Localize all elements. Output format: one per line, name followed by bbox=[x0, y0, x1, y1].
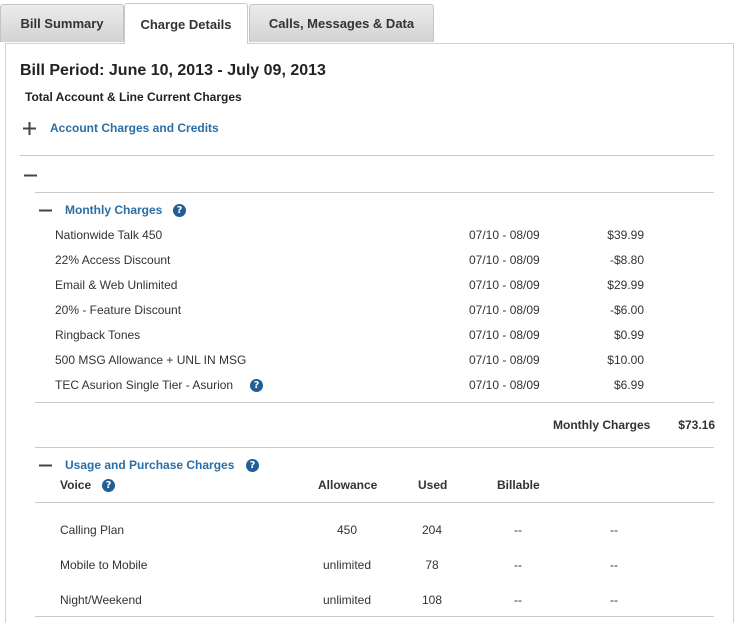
question-circle-icon[interactable]: ? bbox=[250, 379, 263, 392]
usage-cost: -- bbox=[610, 558, 618, 572]
divider bbox=[35, 192, 714, 193]
charge-name: Ringback Tones bbox=[55, 328, 141, 342]
expand-plus-icon[interactable] bbox=[23, 122, 36, 135]
total-charges-heading: Total Account & Line Current Charges bbox=[25, 90, 242, 104]
usage-row-name: Night/Weekend bbox=[60, 593, 142, 607]
usage-used: 108 bbox=[421, 593, 443, 607]
charge-amount: $0.99 bbox=[613, 328, 644, 342]
charge-amount: -$8.80 bbox=[609, 253, 644, 267]
question-circle-icon[interactable]: ? bbox=[102, 479, 115, 492]
monthly-total-amount: $73.16 bbox=[678, 418, 715, 432]
usage-allowance: unlimited bbox=[322, 558, 372, 572]
tab-bar: Bill Summary Charge Details Calls, Messa… bbox=[0, 0, 736, 44]
monthly-collapse-minus-icon[interactable] bbox=[39, 204, 52, 217]
charge-period: 07/10 - 08/09 bbox=[469, 378, 540, 392]
charge-name: Email & Web Unlimited bbox=[55, 278, 178, 292]
divider bbox=[35, 447, 714, 448]
col-allowance: Allowance bbox=[318, 478, 378, 492]
charge-amount: $29.99 bbox=[607, 278, 644, 292]
divider bbox=[35, 616, 714, 617]
collapse-minus-icon[interactable] bbox=[24, 169, 37, 182]
charge-period: 07/10 - 08/09 bbox=[469, 303, 540, 317]
monthly-total-label: Monthly Charges bbox=[553, 418, 651, 432]
tab-calls-messages-data[interactable]: Calls, Messages & Data bbox=[249, 4, 434, 42]
usage-used: 204 bbox=[421, 523, 443, 537]
monthly-charges-link[interactable]: Monthly Charges bbox=[65, 203, 162, 217]
page-title: Bill Period: June 10, 2013 - July 09, 20… bbox=[20, 62, 326, 79]
charge-amount: -$6.00 bbox=[609, 303, 644, 317]
question-circle-icon[interactable]: ? bbox=[246, 459, 259, 472]
usage-cost: -- bbox=[610, 593, 618, 607]
charge-period: 07/10 - 08/09 bbox=[469, 328, 540, 342]
divider bbox=[35, 402, 714, 403]
charge-name: 500 MSG Allowance + UNL IN MSG bbox=[55, 353, 247, 367]
usage-billable: -- bbox=[514, 593, 522, 607]
charge-period: 07/10 - 08/09 bbox=[469, 253, 540, 267]
tab-charge-details[interactable]: Charge Details bbox=[124, 3, 248, 44]
usage-used: 78 bbox=[425, 558, 439, 572]
usage-billable: -- bbox=[514, 523, 522, 537]
divider bbox=[20, 155, 714, 156]
usage-collapse-minus-icon[interactable] bbox=[39, 459, 52, 472]
charge-amount: $10.00 bbox=[607, 353, 644, 367]
usage-allowance: 450 bbox=[336, 523, 358, 537]
charge-period: 07/10 - 08/09 bbox=[469, 228, 540, 242]
usage-row-name: Calling Plan bbox=[60, 523, 125, 537]
usage-allowance: unlimited bbox=[322, 593, 372, 607]
charge-name: 22% Access Discount bbox=[55, 253, 171, 267]
tab-bill-summary[interactable]: Bill Summary bbox=[0, 4, 124, 42]
account-charges-link[interactable]: Account Charges and Credits bbox=[50, 121, 219, 135]
usage-billable: -- bbox=[514, 558, 522, 572]
charge-amount: $6.99 bbox=[613, 378, 644, 392]
col-used: Used bbox=[418, 478, 448, 492]
charge-name: TEC Asurion Single Tier - Asurion bbox=[55, 378, 234, 392]
usage-cost: -- bbox=[610, 523, 618, 537]
usage-row-name: Mobile to Mobile bbox=[60, 558, 148, 572]
charge-period: 07/10 - 08/09 bbox=[469, 353, 540, 367]
divider bbox=[35, 502, 714, 503]
charge-amount: $39.99 bbox=[607, 228, 644, 242]
question-circle-icon[interactable]: ? bbox=[173, 204, 186, 217]
charge-period: 07/10 - 08/09 bbox=[469, 278, 540, 292]
charge-name: Nationwide Talk 450 bbox=[55, 228, 163, 242]
col-billable: Billable bbox=[497, 478, 540, 492]
col-voice: Voice bbox=[60, 478, 92, 492]
charge-name: 20% - Feature Discount bbox=[55, 303, 182, 317]
usage-charges-link[interactable]: Usage and Purchase Charges bbox=[65, 458, 234, 472]
